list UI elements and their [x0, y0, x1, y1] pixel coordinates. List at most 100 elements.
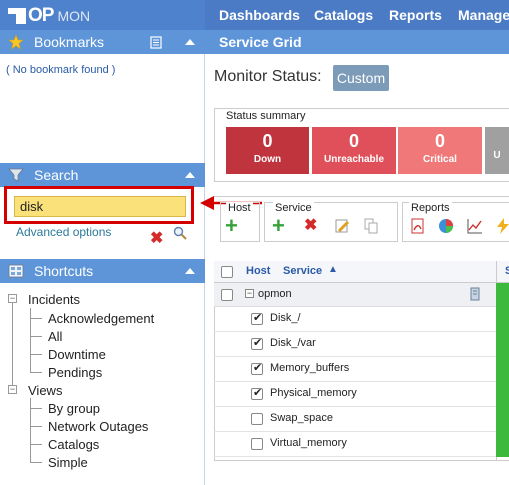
- tree-line: [30, 318, 42, 319]
- select-all-checkbox[interactable]: [221, 266, 233, 278]
- row-checkbox[interactable]: [251, 413, 263, 425]
- search-icon[interactable]: [173, 226, 187, 240]
- service-grid-header: Service Grid: [205, 30, 509, 54]
- tree-line: [30, 462, 42, 463]
- logo-area: OP MON: [0, 0, 205, 30]
- edit-service-icon[interactable]: [334, 218, 350, 234]
- tree-item-pendings[interactable]: Pendings: [48, 365, 102, 380]
- search-title: Search: [34, 167, 79, 183]
- row-checkbox[interactable]: [251, 336, 263, 350]
- collapse-search-icon[interactable]: [185, 172, 195, 178]
- clear-search-icon[interactable]: ✖: [150, 228, 163, 248]
- row-checkbox[interactable]: [251, 386, 263, 400]
- collapse-group-icon[interactable]: −: [245, 289, 254, 298]
- status-tile-unknown[interactable]: U: [485, 127, 509, 174]
- line-chart-icon[interactable]: [467, 218, 483, 234]
- column-service[interactable]: Service: [283, 265, 322, 277]
- monitor-status-custom-button[interactable]: Custom: [333, 65, 389, 91]
- lightning-icon[interactable]: [495, 218, 509, 234]
- nav-catalogs[interactable]: Catalogs: [314, 0, 373, 30]
- collapse-bookmarks-icon[interactable]: [185, 39, 195, 45]
- group-row-opmon[interactable]: [214, 283, 496, 307]
- status-tile-critical[interactable]: 0 Critical: [398, 127, 482, 174]
- tree-item-catalogs[interactable]: Catalogs: [48, 437, 99, 452]
- bookmarks-title: Bookmarks: [34, 34, 105, 50]
- row-checkbox[interactable]: [251, 311, 263, 325]
- collapse-incidents-icon[interactable]: −: [8, 294, 17, 303]
- advanced-options-link[interactable]: Advanced options: [16, 225, 111, 239]
- delete-service-icon[interactable]: ✖: [304, 218, 320, 234]
- tree-item-simple[interactable]: Simple: [48, 455, 88, 470]
- search-panel-header[interactable]: Search: [0, 163, 205, 187]
- service-name[interactable]: Memory_buffers: [270, 362, 349, 374]
- search-input[interactable]: [14, 196, 186, 217]
- tree-line: [30, 408, 42, 409]
- critical-label: Critical: [423, 154, 457, 165]
- no-bookmark-text: ( No bookmark found ): [6, 64, 116, 76]
- logo-op-text: OP: [28, 5, 54, 26]
- tree-group-incidents[interactable]: Incidents: [28, 292, 80, 307]
- nav-reports[interactable]: Reports: [389, 0, 442, 30]
- service-name[interactable]: Virtual_memory: [270, 437, 347, 449]
- column-status[interactable]: S: [505, 265, 509, 277]
- status-cell: [496, 432, 509, 457]
- monitor-status-label: Monitor Status:: [214, 68, 322, 85]
- shortcuts-panel-header[interactable]: Shortcuts: [0, 259, 205, 283]
- collapse-shortcuts-icon[interactable]: [185, 268, 195, 274]
- opmon-logo[interactable]: OP MON: [8, 5, 91, 26]
- notes-icon[interactable]: [150, 36, 162, 49]
- logo-mark-icon: [8, 8, 26, 24]
- nav-dashboards[interactable]: Dashboards: [219, 0, 300, 30]
- bookmarks-panel-header[interactable]: Bookmarks: [0, 30, 205, 54]
- status-cell: [496, 283, 509, 307]
- tree-line: [30, 372, 42, 373]
- pie-chart-icon[interactable]: [438, 218, 454, 234]
- star-icon: [8, 34, 24, 50]
- reports-actions-title: Reports: [409, 202, 452, 214]
- tree-line: [30, 444, 42, 445]
- tree-item-by-group[interactable]: By group: [48, 401, 100, 416]
- add-service-icon[interactable]: +: [272, 215, 288, 237]
- unreachable-label: Unreachable: [323, 154, 385, 165]
- pdf-report-icon[interactable]: [410, 218, 426, 234]
- tree-item-downtime[interactable]: Downtime: [48, 347, 106, 362]
- status-cell: [496, 407, 509, 432]
- service-name[interactable]: Disk_/: [270, 312, 301, 324]
- column-host[interactable]: Host: [246, 265, 270, 277]
- filter-icon: [8, 168, 24, 182]
- tree-item-all[interactable]: All: [48, 329, 62, 344]
- group-checkbox[interactable]: [221, 289, 233, 301]
- unreachable-count: 0: [348, 131, 359, 151]
- tree-line: [30, 354, 42, 355]
- status-cell: [496, 382, 509, 407]
- service-name[interactable]: Disk_/var: [270, 337, 316, 349]
- nav-manager[interactable]: Manager: [458, 0, 509, 30]
- tree-line: [30, 336, 42, 337]
- tree-group-views[interactable]: Views: [28, 383, 62, 398]
- logo-mon-text: MON: [57, 8, 91, 24]
- copy-service-icon[interactable]: [363, 218, 379, 234]
- add-host-icon[interactable]: +: [225, 215, 241, 237]
- tree-item-acknowledgement[interactable]: Acknowledgement: [48, 311, 154, 326]
- shortcuts-icon: [8, 264, 24, 278]
- unknown-label: U: [493, 150, 501, 161]
- tree-line: [12, 300, 13, 390]
- collapse-views-icon[interactable]: −: [8, 385, 17, 394]
- tree-line: [30, 426, 42, 427]
- status-cell: [496, 357, 509, 382]
- status-tile-down[interactable]: 0 Down: [226, 127, 309, 174]
- status-tile-unreachable[interactable]: 0 Unreachable: [312, 127, 396, 174]
- sort-ascending-icon[interactable]: ▲: [328, 264, 338, 275]
- server-icon[interactable]: [468, 287, 482, 301]
- down-label: Down: [253, 154, 282, 165]
- service-name[interactable]: Physical_memory: [270, 387, 357, 399]
- critical-count: 0: [434, 131, 445, 151]
- status-summary-title: Status summary: [224, 110, 308, 122]
- shortcuts-title: Shortcuts: [34, 263, 94, 279]
- row-checkbox[interactable]: [251, 361, 263, 375]
- service-name[interactable]: Swap_space: [270, 412, 333, 424]
- status-cell: [496, 307, 509, 332]
- tree-item-network-outages[interactable]: Network Outages: [48, 419, 148, 434]
- row-checkbox[interactable]: [251, 438, 263, 450]
- down-count: 0: [262, 131, 273, 151]
